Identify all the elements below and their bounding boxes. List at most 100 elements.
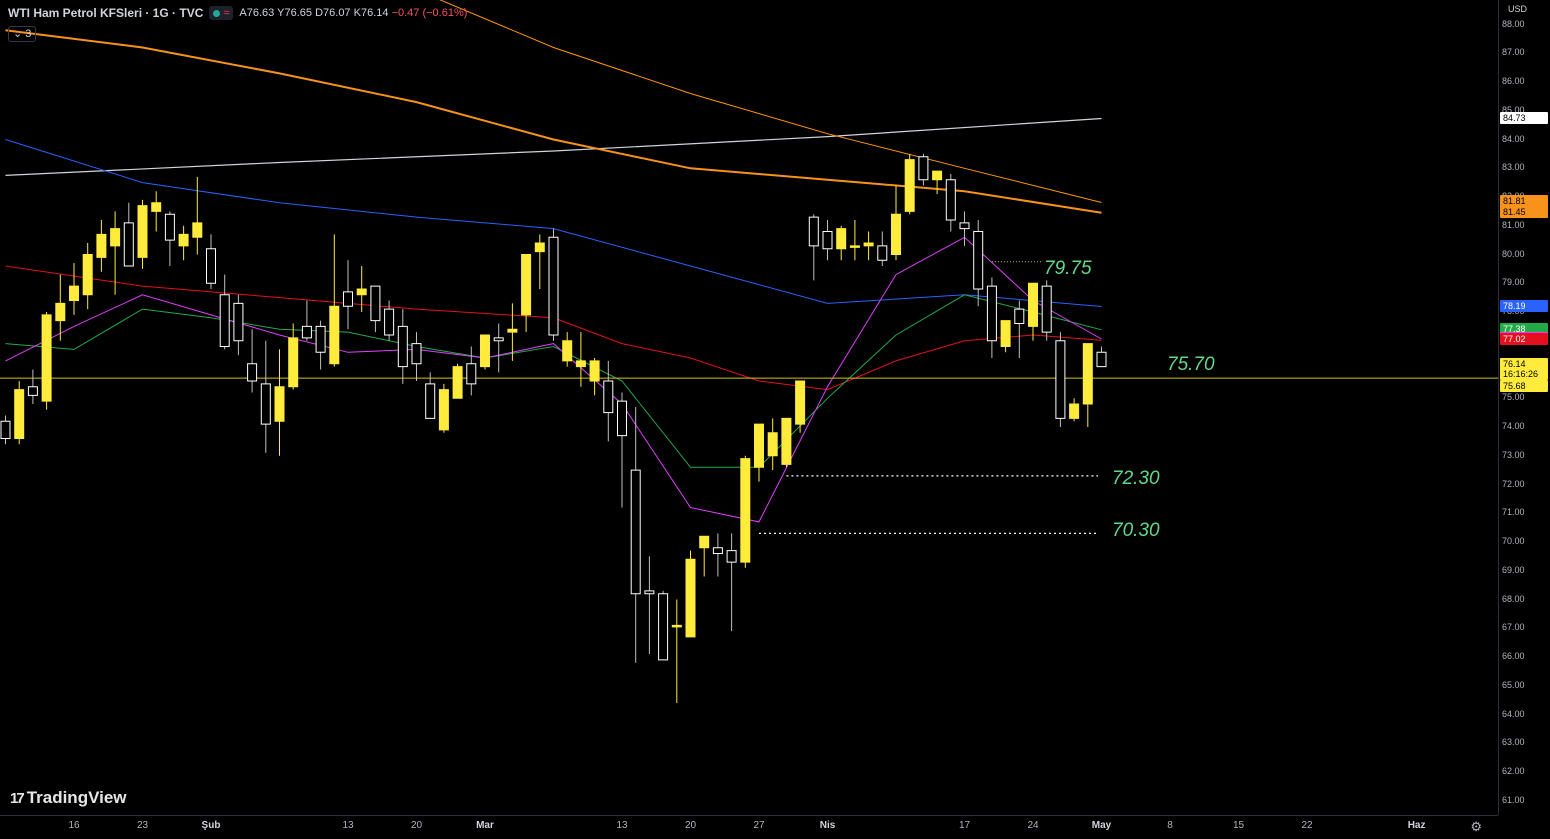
candle-body (562, 340, 573, 362)
candle-body (466, 363, 477, 385)
annotation-75-70[interactable]: 75.70 (1167, 354, 1215, 376)
candle-body (575, 360, 586, 368)
candle-body (82, 254, 93, 296)
price-tick-label: 74.00 (1502, 421, 1525, 431)
candle-body (1055, 340, 1066, 419)
chart-plot-area[interactable] (0, 0, 1498, 815)
candle-body (315, 325, 326, 353)
candle-body (164, 213, 175, 241)
high-value: Y76.65 (277, 7, 313, 19)
price-tick-label: 61.00 (1502, 794, 1525, 805)
price-tick-label: 64.00 (1502, 708, 1525, 719)
time-tick-label: 22 (1301, 820, 1313, 831)
candle-body (863, 242, 874, 247)
candle-body (178, 233, 189, 247)
tradingview-logo-icon: 17 (10, 789, 25, 807)
time-tick-label: Mar (476, 820, 494, 831)
tradingview-logo-text: TradingView (26, 788, 127, 807)
candle-body (877, 245, 888, 261)
annotation-72-30[interactable]: 72.30 (1112, 468, 1160, 490)
candle-body (480, 334, 490, 368)
currency-selector[interactable]: USD (1508, 4, 1527, 14)
annotation-79-75[interactable]: 79.75 (1044, 258, 1092, 280)
market-status-badge[interactable]: ≈ (209, 6, 234, 20)
candle-body (1082, 343, 1093, 405)
candle-body (96, 233, 107, 258)
price-tick-label: 84.00 (1502, 133, 1525, 144)
price-tick-label: 69.00 (1502, 564, 1525, 575)
open-value: A76.63 (239, 7, 275, 19)
candle-body (891, 213, 901, 255)
candle-body (1041, 285, 1052, 333)
price-tick-label: 68.00 (1502, 593, 1525, 604)
candle-body (959, 222, 970, 230)
low-value: D76.07 (315, 7, 351, 19)
price-tick-label: 79.00 (1502, 277, 1525, 288)
time-tick-label: 13 (616, 820, 628, 831)
candle-body (671, 624, 682, 628)
candle-body (123, 222, 134, 267)
candle-body (438, 389, 449, 431)
candle-body (1096, 351, 1107, 368)
candle-body (69, 285, 79, 301)
symbol-title[interactable]: WTI Ham Petrol KFSleri · 1G · TVC (8, 6, 203, 20)
price-tag: 81.45 (1500, 205, 1548, 218)
candle-body (288, 337, 299, 388)
candle-body (397, 325, 408, 368)
chart-legend-header[interactable]: WTI Ham Petrol KFSleri · 1G · TVC ≈ A76.… (8, 6, 467, 20)
candle-body (699, 535, 710, 549)
candle-body (110, 228, 121, 247)
price-tick-label: 65.00 (1502, 679, 1525, 690)
candle-body (260, 383, 271, 425)
candle-body (740, 458, 751, 563)
candle-body (356, 288, 367, 296)
candle-body (589, 360, 600, 382)
time-tick-label: Şub (201, 820, 221, 831)
ma-line-2 (439, 0, 1102, 203)
price-tick-label: 67.00 (1502, 622, 1525, 633)
close-value: K76.14 (353, 7, 389, 19)
candle-body (301, 325, 312, 339)
candle-body (712, 547, 723, 554)
price-axis[interactable]: USD 88.0087.0086.0085.0084.0083.0082.008… (1498, 0, 1550, 815)
change-value: −0.47 (−0.61%) (391, 7, 468, 19)
time-tick-label: 20 (684, 820, 697, 831)
candle-body (55, 302, 66, 322)
time-axis[interactable]: ⚙ 16 23 Şub 13 20 Mar 13 20 27 Nis 17 24 May 8 15 22 Haz (0, 815, 1498, 839)
annotation-70-30[interactable]: 70.30 (1112, 520, 1160, 542)
candle-body (425, 383, 436, 419)
candle-body (507, 328, 518, 333)
candle-body (219, 294, 230, 347)
candle-body (849, 245, 860, 248)
candle-body (617, 400, 627, 437)
candle-body (932, 170, 943, 181)
candle-body (767, 432, 778, 457)
candle-body (452, 366, 463, 399)
time-tick-label: Haz (1407, 820, 1426, 831)
candle-body (27, 386, 38, 396)
settings-gear-icon[interactable]: ⚙ (1470, 819, 1482, 835)
candle-body (1014, 308, 1025, 324)
candle-body (726, 550, 737, 563)
tradingview-logo[interactable]: 17 TradingView (10, 788, 127, 808)
price-tick-label: 73.00 (1502, 449, 1525, 460)
time-tick-label: Nis (819, 820, 836, 831)
candle-body (836, 228, 847, 250)
ohlc-values: A76.63 Y76.65 D76.07 K76.14 −0.47 (−0.61… (239, 7, 467, 19)
time-tick-label: 13 (342, 820, 354, 831)
time-tick-label: 8 (1167, 820, 1173, 831)
candle-body (521, 254, 532, 316)
candle-body (1028, 282, 1038, 327)
candle-body (630, 469, 641, 595)
price-tick-label: 87.00 (1502, 47, 1525, 58)
price-tag: 78.19 (1500, 299, 1548, 312)
time-tick-label: 16 (68, 820, 80, 831)
indicators-toggle-button[interactable]: ⌄ 3 (8, 26, 37, 42)
time-tick-label: 24 (1027, 820, 1039, 831)
candle-body (329, 305, 340, 365)
candle-body (411, 343, 422, 365)
price-tick-label: 70.00 (1502, 536, 1525, 546)
time-tick-label: 27 (753, 820, 765, 831)
candle-body (658, 593, 669, 661)
price-tick-label: 80.00 (1502, 248, 1525, 259)
